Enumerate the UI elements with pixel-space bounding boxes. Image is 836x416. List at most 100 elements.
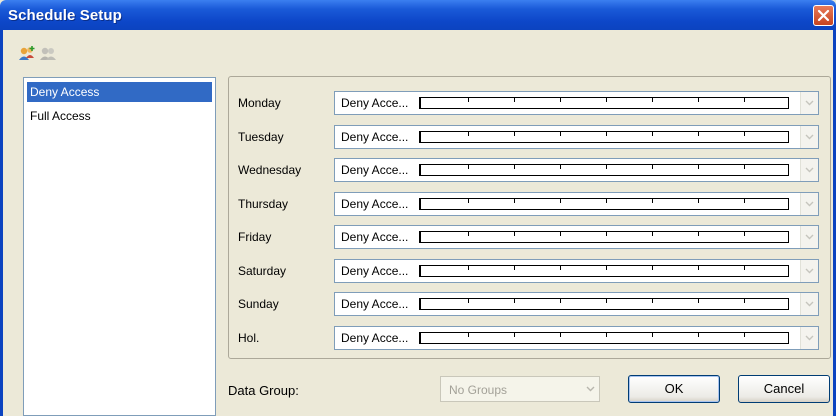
time-tick xyxy=(514,333,515,337)
dropdown-button[interactable] xyxy=(800,126,818,148)
time-tick xyxy=(744,266,745,270)
time-tick xyxy=(744,132,745,136)
time-bar[interactable] xyxy=(419,97,789,109)
time-tick xyxy=(698,266,699,270)
day-label-tuesday: Tuesday xyxy=(238,130,284,144)
day-label-monday: Monday xyxy=(238,96,281,110)
close-icon xyxy=(817,9,830,22)
time-tick xyxy=(744,98,745,102)
schedule-combo-value: Deny Acce... xyxy=(341,297,409,311)
chevron-down-icon xyxy=(805,234,814,240)
schedule-combo-value: Deny Acce... xyxy=(341,130,409,144)
time-tick xyxy=(606,266,607,270)
window-title: Schedule Setup xyxy=(8,7,122,24)
schedule-combo-value: Deny Acce... xyxy=(341,96,409,110)
day-label-wednesday: Wednesday xyxy=(238,163,302,177)
time-bar[interactable] xyxy=(419,164,789,176)
day-label-sunday: Sunday xyxy=(238,297,279,311)
title-bar[interactable]: Schedule Setup xyxy=(0,0,836,30)
time-tick xyxy=(652,266,653,270)
time-bar[interactable] xyxy=(419,265,789,277)
time-tick xyxy=(744,165,745,169)
time-tick xyxy=(468,132,469,136)
time-tick xyxy=(560,232,561,236)
time-tick xyxy=(698,199,699,203)
schedule-combo-wednesday[interactable]: Deny Acce... xyxy=(334,158,819,182)
time-bar[interactable] xyxy=(419,198,789,210)
chevron-down-icon xyxy=(805,335,814,341)
dropdown-button[interactable] xyxy=(800,293,818,315)
chevron-down-icon xyxy=(805,100,814,106)
day-label-saturday: Saturday xyxy=(238,264,287,278)
dropdown-button[interactable] xyxy=(800,327,818,349)
schedule-combo-value: Deny Acce... xyxy=(341,197,409,211)
add-users-icon[interactable] xyxy=(17,45,37,63)
time-tick xyxy=(606,199,607,203)
time-tick xyxy=(652,199,653,203)
time-tick xyxy=(514,232,515,236)
time-tick xyxy=(652,333,653,337)
time-tick xyxy=(744,299,745,303)
time-tick xyxy=(468,333,469,337)
data-group-label: Data Group: xyxy=(228,383,299,398)
time-tick xyxy=(468,165,469,169)
time-tick xyxy=(560,98,561,102)
schedule-item-full-access[interactable]: Full Access xyxy=(27,106,212,126)
cancel-button[interactable]: Cancel xyxy=(738,375,830,403)
schedule-combo-monday[interactable]: Deny Acce... xyxy=(334,91,819,115)
time-tick xyxy=(514,299,515,303)
time-bar[interactable] xyxy=(419,298,789,310)
time-tick xyxy=(698,232,699,236)
dropdown-button[interactable] xyxy=(800,260,818,282)
schedule-combo-value: Deny Acce... xyxy=(341,230,409,244)
time-tick xyxy=(606,98,607,102)
time-tick xyxy=(652,98,653,102)
time-tick xyxy=(698,132,699,136)
time-tick xyxy=(606,232,607,236)
time-tick xyxy=(468,199,469,203)
time-tick xyxy=(560,165,561,169)
time-bar[interactable] xyxy=(419,131,789,143)
time-tick xyxy=(698,98,699,102)
weekly-schedule-group xyxy=(228,76,831,359)
dropdown-button[interactable] xyxy=(800,193,818,215)
schedule-combo-friday[interactable]: Deny Acce... xyxy=(334,225,819,249)
schedule-combo-thursday[interactable]: Deny Acce... xyxy=(334,192,819,216)
time-tick xyxy=(744,232,745,236)
time-tick xyxy=(606,299,607,303)
time-tick xyxy=(560,333,561,337)
dropdown-button[interactable] xyxy=(800,226,818,248)
day-label-thursday: Thursday xyxy=(238,197,289,211)
data-group-value: No Groups xyxy=(449,383,508,397)
ok-button[interactable]: OK xyxy=(628,375,720,403)
time-tick xyxy=(468,98,469,102)
schedule-combo-saturday[interactable]: Deny Acce... xyxy=(334,259,819,283)
time-tick xyxy=(606,132,607,136)
schedule-combo-tuesday[interactable]: Deny Acce... xyxy=(334,125,819,149)
schedule-item-deny-access[interactable]: Deny Access xyxy=(27,82,212,102)
time-tick xyxy=(560,299,561,303)
window-frame-left xyxy=(0,30,3,416)
time-tick xyxy=(560,132,561,136)
time-tick xyxy=(652,232,653,236)
time-bar[interactable] xyxy=(419,332,789,344)
time-tick xyxy=(468,232,469,236)
time-tick xyxy=(652,299,653,303)
time-tick xyxy=(514,266,515,270)
time-bar[interactable] xyxy=(419,231,789,243)
time-tick xyxy=(560,266,561,270)
users-icon[interactable] xyxy=(38,45,58,63)
chevron-down-icon xyxy=(805,301,814,307)
time-tick xyxy=(698,333,699,337)
chevron-down-icon xyxy=(805,134,814,140)
dropdown-button[interactable] xyxy=(800,92,818,114)
schedule-combo-sunday[interactable]: Deny Acce... xyxy=(334,292,819,316)
schedule-combo-hol[interactable]: Deny Acce... xyxy=(334,326,819,350)
dropdown-button[interactable] xyxy=(800,159,818,181)
time-tick xyxy=(514,98,515,102)
schedule-list[interactable]: Deny Access Full Access xyxy=(23,77,216,416)
time-tick xyxy=(744,333,745,337)
time-tick xyxy=(560,199,561,203)
time-tick xyxy=(514,165,515,169)
close-button[interactable] xyxy=(813,5,834,26)
